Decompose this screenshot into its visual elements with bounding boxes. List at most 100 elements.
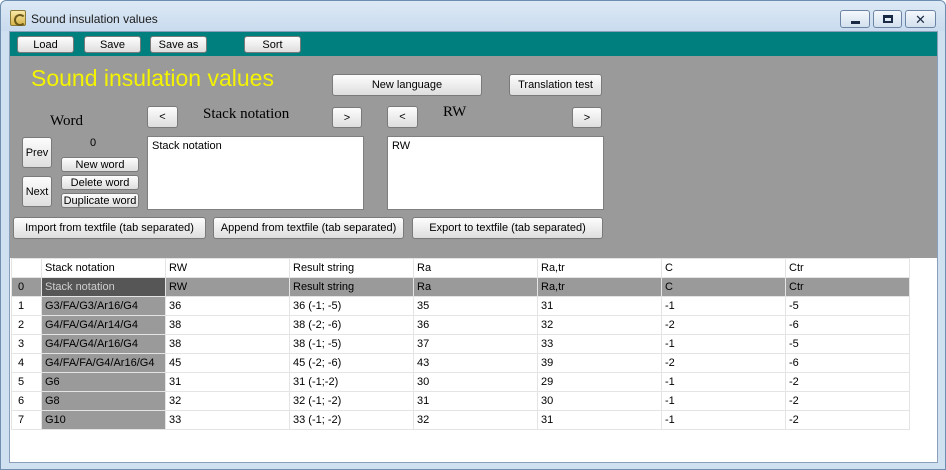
- grid-cell[interactable]: -1: [661, 391, 786, 411]
- grid-cell[interactable]: C: [661, 277, 786, 297]
- grid-cell[interactable]: -5: [785, 334, 910, 354]
- row-number-cell[interactable]: 2: [11, 315, 42, 335]
- append-textfile-button[interactable]: Append from textfile (tab separated): [213, 217, 404, 239]
- grid-column-header[interactable]: Result string: [289, 258, 414, 278]
- grid-cell[interactable]: -5: [785, 296, 910, 316]
- grid-cell[interactable]: RW: [165, 277, 290, 297]
- grid-cell[interactable]: 29: [537, 372, 662, 392]
- grid-cell[interactable]: -2: [661, 353, 786, 373]
- row-number-cell[interactable]: 5: [11, 372, 42, 392]
- grid-cell[interactable]: -2: [785, 391, 910, 411]
- grid-cell[interactable]: Ra: [413, 277, 538, 297]
- grid-cell[interactable]: -1: [661, 372, 786, 392]
- title-bar[interactable]: Sound insulation values ✕: [1, 1, 945, 31]
- grid-cell[interactable]: 45: [165, 353, 290, 373]
- stack-notation-cell[interactable]: G4/FA/FA/G4/Ar16/G4: [41, 353, 166, 373]
- prev-button[interactable]: Prev: [22, 137, 52, 168]
- close-button[interactable]: ✕: [905, 10, 936, 28]
- grid-column-header[interactable]: C: [661, 258, 786, 278]
- save-button[interactable]: Save: [84, 36, 141, 53]
- left-language-next-button[interactable]: >: [332, 107, 362, 128]
- stack-notation-cell[interactable]: G3/FA/G3/Ar16/G4: [41, 296, 166, 316]
- grid-cell[interactable]: 43: [413, 353, 538, 373]
- stack-notation-cell[interactable]: Stack notation: [41, 277, 166, 297]
- grid-column-header[interactable]: [11, 258, 42, 278]
- grid-cell[interactable]: 36: [413, 315, 538, 335]
- row-number-cell[interactable]: 4: [11, 353, 42, 373]
- grid-cell[interactable]: 31: [413, 391, 538, 411]
- grid-cell[interactable]: -1: [661, 334, 786, 354]
- grid-cell[interactable]: 30: [537, 391, 662, 411]
- grid-column-header[interactable]: Ra: [413, 258, 538, 278]
- grid-cell[interactable]: -2: [661, 315, 786, 335]
- grid-cell[interactable]: 33: [537, 334, 662, 354]
- grid-cell[interactable]: 38 (-2; -6): [289, 315, 414, 335]
- maximize-button[interactable]: [873, 10, 902, 28]
- table-row[interactable]: 4 G4/FA/FA/G4/Ar16/G4 45 45 (-2; -6) 43 39 -2-…: [11, 353, 910, 373]
- grid-column-header[interactable]: Ra,tr: [537, 258, 662, 278]
- grid-cell[interactable]: 36 (-1; -5): [289, 296, 414, 316]
- grid-cell[interactable]: 37: [413, 334, 538, 354]
- grid-cell[interactable]: 31 (-1;-2): [289, 372, 414, 392]
- grid-cell[interactable]: 36: [165, 296, 290, 316]
- grid-cell[interactable]: -1: [661, 296, 786, 316]
- grid-cell[interactable]: 31: [165, 372, 290, 392]
- grid-cell[interactable]: 33 (-1; -2): [289, 410, 414, 430]
- minimize-button[interactable]: [840, 10, 870, 28]
- table-row[interactable]: 5 G6 31 31 (-1;-2) 30 29 -1 -2: [11, 372, 910, 392]
- import-textfile-button[interactable]: Import from textfile (tab separated): [13, 217, 206, 239]
- grid-cell[interactable]: 31: [537, 296, 662, 316]
- row-number-cell[interactable]: 1: [11, 296, 42, 316]
- table-row[interactable]: 0 Stack notation RW Result string Ra Ra,tr C Ct…: [11, 277, 910, 297]
- right-language-next-button[interactable]: >: [572, 107, 602, 128]
- save-as-button[interactable]: Save as: [150, 36, 207, 53]
- translation-test-button[interactable]: Translation test: [509, 74, 602, 96]
- grid-column-header[interactable]: Stack notation: [41, 258, 166, 278]
- right-language-prev-button[interactable]: <: [387, 106, 418, 128]
- stack-notation-cell[interactable]: G8: [41, 391, 166, 411]
- grid-cell[interactable]: 39: [537, 353, 662, 373]
- grid-cell[interactable]: -1: [661, 410, 786, 430]
- grid-column-header[interactable]: RW: [165, 258, 290, 278]
- next-button[interactable]: Next: [22, 176, 52, 207]
- grid-cell[interactable]: Ra,tr: [537, 277, 662, 297]
- row-number-cell[interactable]: 7: [11, 410, 42, 430]
- export-textfile-button[interactable]: Export to textfile (tab separated): [412, 217, 603, 239]
- grid-cell[interactable]: 31: [537, 410, 662, 430]
- grid-cell[interactable]: Result string: [289, 277, 414, 297]
- grid-cell[interactable]: 32: [413, 410, 538, 430]
- sort-button[interactable]: Sort: [244, 36, 301, 53]
- grid-cell[interactable]: -2: [785, 410, 910, 430]
- grid-cell[interactable]: 32: [165, 391, 290, 411]
- grid-cell[interactable]: 32: [537, 315, 662, 335]
- new-word-button[interactable]: New word: [61, 157, 139, 172]
- duplicate-word-button[interactable]: Duplicate word: [61, 193, 139, 208]
- grid-cell[interactable]: -2: [785, 372, 910, 392]
- grid-cell[interactable]: 38: [165, 334, 290, 354]
- grid-cell[interactable]: 33: [165, 410, 290, 430]
- table-row[interactable]: 2 G4/FA/G4/Ar14/G4 38 38 (-2; -6) 36 32 -2 -6: [11, 315, 910, 335]
- grid-cell[interactable]: 35: [413, 296, 538, 316]
- grid-cell[interactable]: 30: [413, 372, 538, 392]
- grid-cell[interactable]: Ctr: [785, 277, 910, 297]
- table-row[interactable]: 6 G8 32 32 (-1; -2) 31 30 -1 -2: [11, 391, 910, 411]
- grid-cell[interactable]: 38: [165, 315, 290, 335]
- grid-cell[interactable]: 45 (-2; -6): [289, 353, 414, 373]
- stack-notation-cell[interactable]: G6: [41, 372, 166, 392]
- row-number-cell[interactable]: 3: [11, 334, 42, 354]
- grid-cell[interactable]: -6: [785, 353, 910, 373]
- stack-notation-cell[interactable]: G10: [41, 410, 166, 430]
- table-row[interactable]: 7 G10 33 33 (-1; -2) 32 31 -1 -2: [11, 410, 910, 430]
- stack-notation-cell[interactable]: G4/FA/G4/Ar16/G4: [41, 334, 166, 354]
- row-number-cell[interactable]: 6: [11, 391, 42, 411]
- grid-cell[interactable]: 38 (-1; -5): [289, 334, 414, 354]
- delete-word-button[interactable]: Delete word: [61, 175, 139, 190]
- table-row[interactable]: 3 G4/FA/G4/Ar16/G4 38 38 (-1; -5) 37 33 -1 -5: [11, 334, 910, 354]
- row-number-cell[interactable]: 0: [11, 277, 42, 297]
- table-row[interactable]: 1 G3/FA/G3/Ar16/G4 36 36 (-1; -5) 35 31 -1 -5: [11, 296, 910, 316]
- new-language-button[interactable]: New language: [332, 74, 482, 96]
- right-language-text-field[interactable]: RW: [387, 136, 604, 210]
- grid-cell[interactable]: 32 (-1; -2): [289, 391, 414, 411]
- grid-cell[interactable]: -6: [785, 315, 910, 335]
- left-language-prev-button[interactable]: <: [147, 106, 178, 128]
